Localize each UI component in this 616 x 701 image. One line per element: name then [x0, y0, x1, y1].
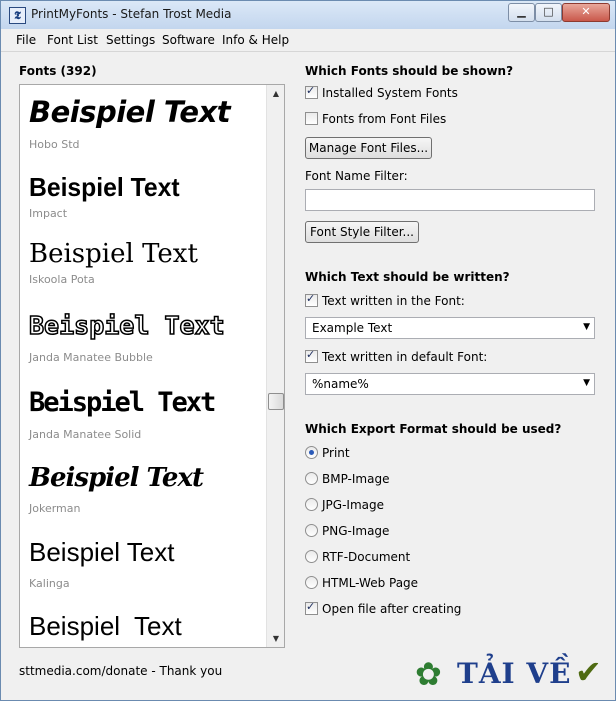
menu-bar: File Font List Settings Software Info & …: [1, 30, 615, 52]
app-window: 𝕿 PrintMyFonts - Stefan Trost Media ▁ □ …: [0, 0, 616, 701]
export-option-label: Print: [322, 446, 350, 460]
radio-dot[interactable]: [305, 446, 318, 459]
menu-font-list[interactable]: Font List: [47, 33, 98, 47]
font-sample: Beispiel Text: [29, 172, 180, 202]
text-default-font-combo[interactable]: %name% ▼: [305, 373, 595, 395]
font-name: Impact: [29, 207, 68, 220]
export-option-label: RTF-Document: [322, 550, 411, 564]
installed-fonts-label: Installed System Fonts: [322, 86, 458, 100]
text-default-font-label: Text written in default Font:: [322, 350, 488, 364]
font-name-filter-label: Font Name Filter:: [305, 169, 408, 183]
minimize-button[interactable]: ▁: [508, 3, 535, 22]
open-after-checkbox[interactable]: Open file after creating: [305, 600, 462, 618]
font-sample: Beispiel Text: [29, 387, 216, 418]
fonts-header: Fonts (392): [19, 64, 97, 78]
export-option-bmp[interactable]: BMP-Image: [305, 472, 389, 488]
export-option-rtf[interactable]: RTF-Document: [305, 550, 410, 566]
font-style-filter-button[interactable]: Font Style Filter...: [305, 221, 419, 243]
export-option-label: BMP-Image: [322, 472, 390, 486]
font-name: Janda Manatee Solid: [29, 428, 142, 441]
menu-info-help[interactable]: Info & Help: [222, 33, 289, 47]
radio-dot[interactable]: [305, 498, 318, 511]
checkbox-box[interactable]: [305, 600, 318, 615]
export-option-label: JPG-Image: [322, 498, 384, 512]
menu-software[interactable]: Software: [162, 33, 215, 47]
checkbox-box[interactable]: [305, 348, 318, 363]
installed-fonts-checkbox[interactable]: Installed System Fonts: [305, 84, 458, 102]
check-icon: ✔: [575, 653, 602, 691]
maximize-button[interactable]: □: [535, 3, 562, 22]
radio-dot[interactable]: [305, 576, 318, 589]
shown-section-title: Which Fonts should be shown?: [305, 64, 514, 78]
main-content: Fonts (392) Beispiel Text Hobo Std Beisp…: [2, 52, 614, 700]
font-sample: Beispiel Text: [29, 463, 204, 493]
font-name: Janda Manatee Bubble: [29, 351, 153, 364]
text-default-font-checkbox[interactable]: Text written in default Font:: [305, 348, 488, 366]
clover-icon: ✿: [415, 655, 442, 693]
scroll-down-icon[interactable]: ▼: [267, 630, 284, 647]
app-icon: 𝕿: [9, 7, 26, 24]
checkbox-box[interactable]: [305, 292, 318, 307]
checkbox-box[interactable]: [305, 84, 318, 99]
font-name-filter-input[interactable]: [305, 189, 595, 211]
menu-settings[interactable]: Settings: [106, 33, 155, 47]
text-in-font-checkbox[interactable]: Text written in the Font:: [305, 292, 465, 310]
window-title: PrintMyFonts - Stefan Trost Media: [31, 7, 232, 21]
font-name: Iskoola Pota: [29, 273, 95, 286]
title-bar[interactable]: 𝕿 PrintMyFonts - Stefan Trost Media ▁ □ …: [1, 1, 615, 29]
font-name: Hobo Std: [29, 138, 80, 151]
export-option-label: HTML-Web Page: [322, 576, 419, 590]
scroll-thumb[interactable]: [268, 393, 284, 410]
menu-file[interactable]: File: [16, 33, 36, 47]
font-list-scrollbar[interactable]: ▲ ▼: [266, 85, 284, 647]
font-name: Kalinga: [29, 577, 70, 590]
donate-link[interactable]: sttmedia.com/donate - Thank you: [19, 664, 222, 678]
export-option-print[interactable]: Print: [305, 446, 350, 462]
scroll-up-icon[interactable]: ▲: [267, 85, 284, 102]
open-after-label: Open file after creating: [322, 602, 462, 616]
export-option-html[interactable]: HTML-Web Page: [305, 576, 418, 592]
chevron-down-icon[interactable]: ▼: [583, 378, 590, 388]
export-section-title: Which Export Format should be used?: [305, 422, 562, 436]
font-sample: Beispiel Text: [29, 611, 182, 641]
font-files-label: Fonts from Font Files: [322, 112, 447, 126]
export-option-jpg[interactable]: JPG-Image: [305, 498, 384, 514]
export-option-png[interactable]: PNG-Image: [305, 524, 389, 540]
font-files-checkbox[interactable]: Fonts from Font Files: [305, 112, 446, 128]
watermark-text: TẢI VỀ: [457, 657, 572, 690]
text-default-font-value: %name%: [312, 377, 369, 391]
font-sample: Beispiel Text: [29, 95, 231, 129]
export-option-label: PNG-Image: [322, 524, 390, 538]
checkbox-box[interactable]: [305, 112, 318, 125]
font-name: Jokerman: [29, 502, 81, 515]
radio-dot[interactable]: [305, 550, 318, 563]
radio-dot[interactable]: [305, 524, 318, 537]
close-button[interactable]: ✕: [562, 3, 610, 22]
chevron-down-icon[interactable]: ▼: [583, 322, 590, 332]
font-sample: Beispiel Text: [28, 310, 225, 341]
text-in-font-label: Text written in the Font:: [322, 294, 465, 308]
watermark-logo: ✿ TẢI VỀ ✔: [409, 656, 614, 696]
font-list[interactable]: Beispiel Text Hobo Std Beispiel Text Imp…: [19, 84, 285, 648]
text-section-title: Which Text should be written?: [305, 270, 510, 284]
text-in-font-combo[interactable]: Example Text ▼: [305, 317, 595, 339]
font-sample: Beispiel Text: [29, 239, 198, 269]
manage-font-files-button[interactable]: Manage Font Files...: [305, 137, 432, 159]
font-sample: Beispiel Text: [29, 537, 175, 567]
radio-dot[interactable]: [305, 472, 318, 485]
text-in-font-value: Example Text: [312, 321, 393, 335]
